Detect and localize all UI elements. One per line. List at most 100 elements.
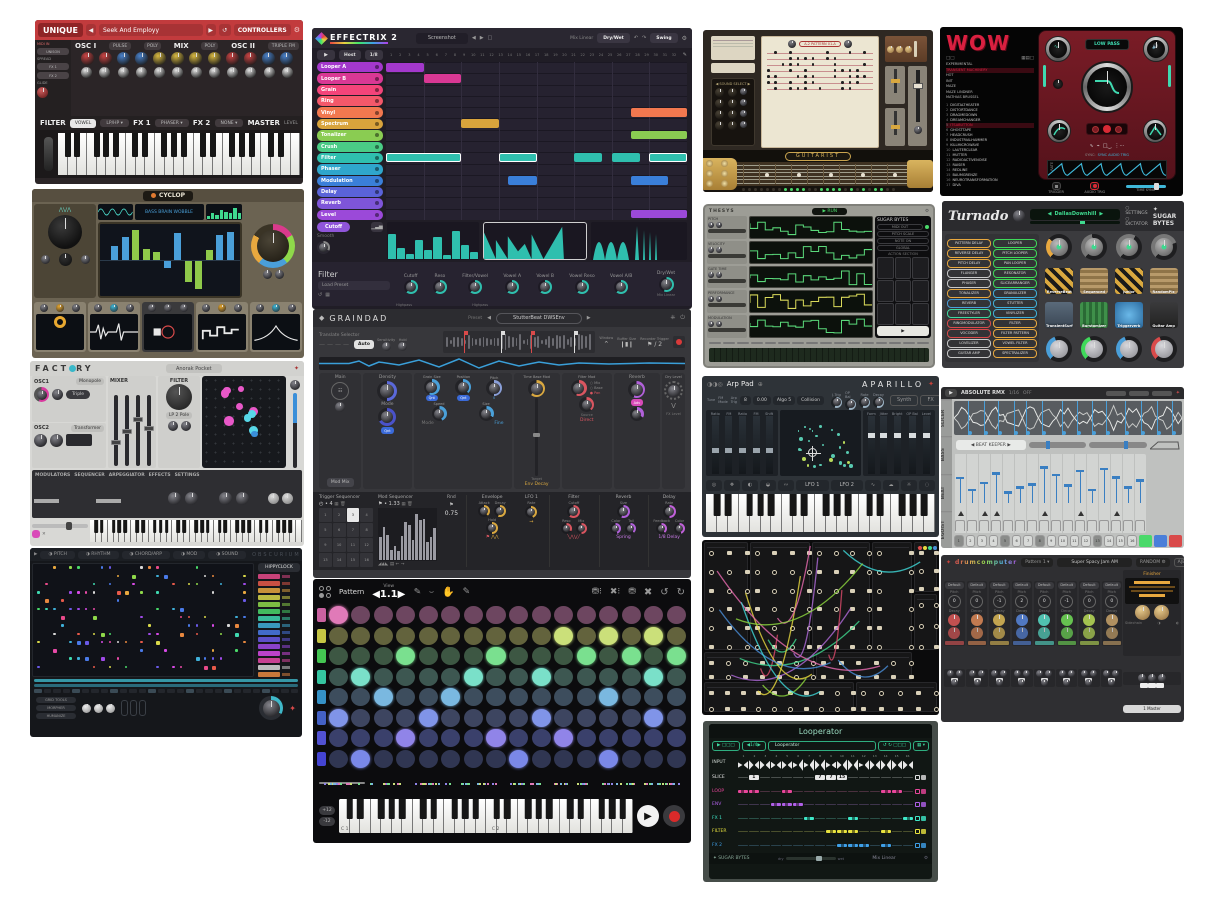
- step-cell[interactable]: [148, 689, 156, 693]
- decay-knob[interactable]: [1106, 614, 1118, 626]
- patch-jack[interactable]: [755, 570, 760, 575]
- slice-marker[interactable]: [1077, 401, 1078, 435]
- fx-cell[interactable]: [815, 845, 825, 846]
- grid-dot[interactable]: [204, 666, 208, 670]
- sheet-knob[interactable]: [844, 40, 852, 48]
- knob[interactable]: [168, 421, 178, 431]
- step-led[interactable]: [723, 342, 735, 344]
- mixer-strip[interactable]: [1011, 669, 1032, 687]
- transport-pad[interactable]: [1169, 535, 1182, 547]
- slice-marker[interactable]: [998, 401, 999, 435]
- fx-cell-on[interactable]: [859, 844, 869, 847]
- knob[interactable]: [715, 88, 724, 97]
- lfo-amount-knob[interactable]: [1047, 119, 1071, 143]
- pattern-cell[interactable]: [644, 729, 663, 747]
- fx-cell[interactable]: [771, 791, 781, 792]
- orbit-dot[interactable]: [829, 458, 833, 462]
- knob[interactable]: [82, 704, 91, 713]
- piano-key-black[interactable]: [113, 133, 119, 157]
- step-button[interactable]: 12: [1081, 535, 1091, 547]
- grid-dot[interactable]: [188, 624, 191, 627]
- mod-wheel[interactable]: [44, 137, 53, 171]
- slice-tile[interactable]: 15: [837, 775, 847, 780]
- track-toggle[interactable]: [375, 156, 379, 160]
- grid-dot[interactable]: [188, 583, 191, 586]
- grid-dot[interactable]: [156, 641, 160, 645]
- pattern-cell[interactable]: [599, 647, 618, 665]
- preset-display[interactable]: Screenshot: [416, 33, 468, 44]
- tuner-knob[interactable]: [721, 180, 728, 187]
- mini-knob[interactable]: [928, 546, 932, 550]
- mix-knob[interactable]: [1023, 670, 1030, 677]
- module-button[interactable]: [898, 707, 903, 711]
- piano-key-black[interactable]: [430, 799, 437, 819]
- grid-dot[interactable]: [69, 657, 72, 660]
- orbit-dot[interactable]: [839, 446, 841, 448]
- tone-knob[interactable]: [1038, 627, 1050, 639]
- fx-cell-on[interactable]: [903, 817, 913, 820]
- mix-knob[interactable]: [1081, 670, 1088, 677]
- dcolor-knob[interactable]: [674, 523, 685, 534]
- mix-knob[interactable]: [1090, 670, 1097, 677]
- pattern-cell[interactable]: [667, 668, 686, 686]
- mixer-strip[interactable]: [1034, 669, 1055, 687]
- pencil-icon[interactable]: ✎: [683, 52, 687, 58]
- fx-cell[interactable]: [892, 804, 902, 805]
- grid-dot[interactable]: [69, 566, 72, 569]
- orbit-dot[interactable]: [813, 465, 816, 468]
- matrix-dot[interactable]: [236, 403, 243, 410]
- step-cell[interactable]: [53, 689, 61, 693]
- pattern-cell[interactable]: [532, 709, 551, 727]
- fx-cell[interactable]: [771, 831, 781, 832]
- patch-jack[interactable]: [819, 707, 824, 712]
- piano-key-black[interactable]: [265, 520, 269, 533]
- module-button[interactable]: [817, 570, 822, 574]
- sequencer-bar[interactable]: [508, 176, 536, 185]
- xy-pad[interactable]: ☷: [331, 382, 349, 400]
- fx-cell[interactable]: [848, 777, 858, 778]
- pattern-cell[interactable]: [441, 647, 460, 665]
- patch-jack[interactable]: [934, 603, 939, 608]
- knob[interactable]: [845, 399, 856, 410]
- drum-channel[interactable]: Default Pitch -1 Decay: [989, 581, 1010, 646]
- lfo2-button[interactable]: LFO 2: [831, 480, 864, 491]
- orbit-dot[interactable]: [809, 428, 811, 430]
- mixer-strip[interactable]: [944, 669, 965, 687]
- patch-jack[interactable]: [877, 551, 882, 556]
- pitch-knob[interactable]: 0: [948, 595, 961, 608]
- env-knob[interactable]: [1143, 119, 1167, 143]
- grid-dot[interactable]: [93, 583, 96, 586]
- reso-knob[interactable]: [561, 523, 572, 534]
- piano-key-black[interactable]: [200, 520, 204, 533]
- settings-knob[interactable]: [282, 493, 293, 504]
- master-strip[interactable]: [1123, 672, 1181, 685]
- bulb-icon[interactable]: ☼: [901, 480, 917, 491]
- knob[interactable]: [50, 434, 63, 447]
- track-chip[interactable]: [258, 623, 280, 628]
- track-chip[interactable]: [258, 616, 280, 621]
- module-button[interactable]: [834, 626, 839, 630]
- slice-marker[interactable]: [1014, 401, 1015, 435]
- fx-tile[interactable]: RandomPix: [1150, 268, 1178, 294]
- grid-dot[interactable]: [164, 649, 167, 652]
- save-icon[interactable]: □: [488, 35, 493, 41]
- pattern-select[interactable]: Pattern 1 ▾: [1021, 558, 1053, 567]
- trig-step[interactable]: 5: [319, 523, 332, 537]
- grid-dot[interactable]: [220, 583, 223, 586]
- grid-dot[interactable]: [212, 591, 215, 594]
- action-button[interactable]: [912, 257, 929, 279]
- seq-bar[interactable]: [216, 235, 223, 260]
- action-button[interactable]: [895, 303, 912, 325]
- pattern-cell[interactable]: [374, 627, 393, 645]
- pattern-cell[interactable]: [464, 606, 483, 624]
- trig-step[interactable]: 11: [347, 538, 360, 552]
- slice-marker[interactable]: [1042, 401, 1043, 435]
- module-button[interactable]: [760, 675, 765, 679]
- fretboard[interactable]: [703, 162, 933, 186]
- grid-dot[interactable]: [125, 666, 128, 669]
- grid-dot[interactable]: [156, 633, 159, 636]
- patch-jack[interactable]: [772, 589, 777, 594]
- unique-knob[interactable]: [245, 67, 256, 78]
- module-button[interactable]: [879, 707, 884, 711]
- unique-knob[interactable]: [99, 67, 110, 78]
